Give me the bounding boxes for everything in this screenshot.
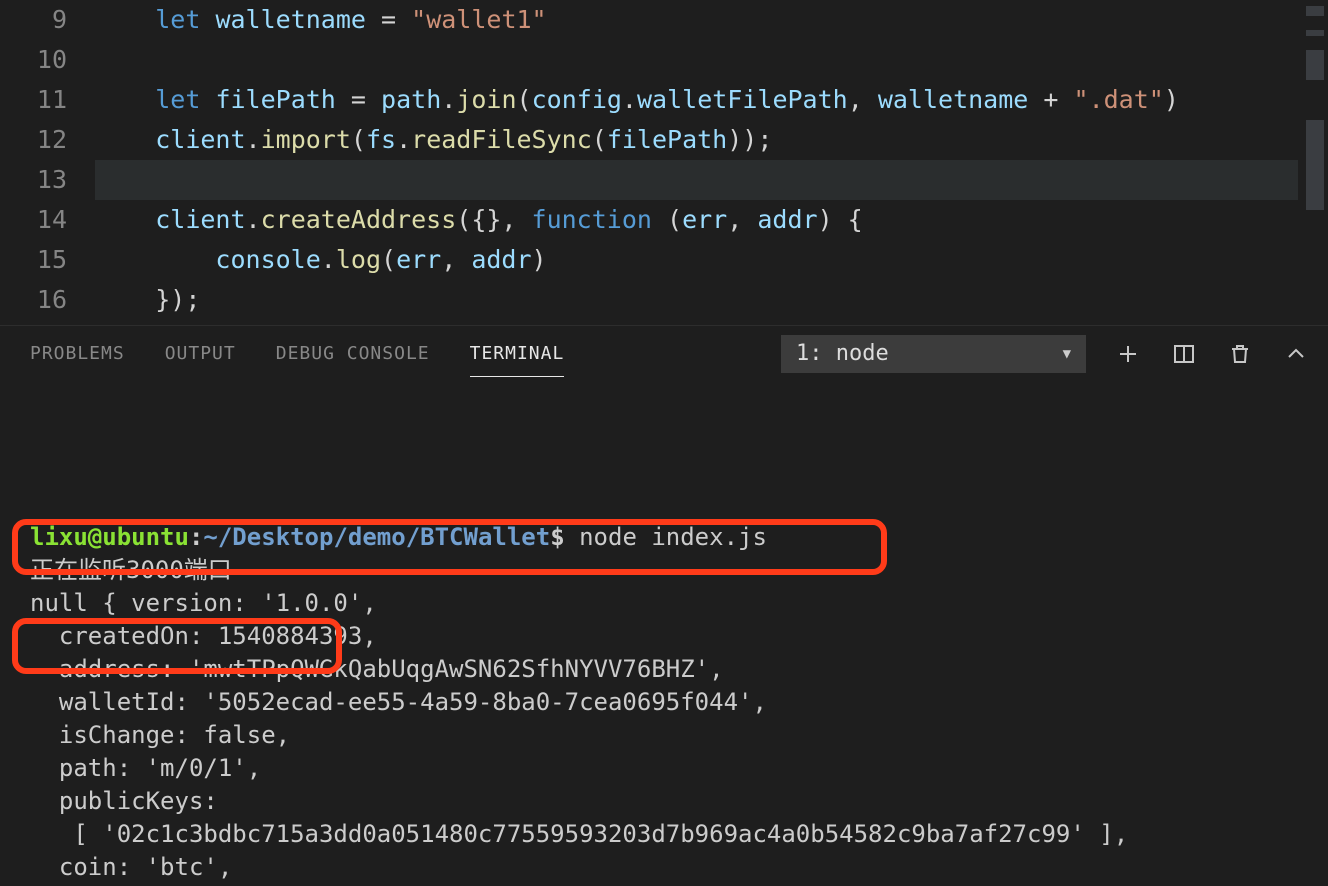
- terminal-selector-value: 1: node: [796, 341, 889, 366]
- terminal-line: address: 'mwtTPpQWGkQabUqgAwSN62SfhNYVV7…: [30, 653, 1298, 686]
- code-line[interactable]: let walletname = "wallet1": [95, 0, 1298, 40]
- terminal-prompt-line: lixu@ubuntu:~/Desktop/demo/BTCWallet$ no…: [30, 521, 1298, 554]
- code-line[interactable]: [95, 160, 1298, 200]
- line-number: 16: [0, 280, 67, 320]
- prompt-path: ~/Desktop/demo/BTCWallet: [203, 523, 550, 551]
- terminal-line: isChange: false,: [30, 719, 1298, 752]
- terminal-line: null { version: '1.0.0',: [30, 587, 1298, 620]
- prompt-colon: :: [189, 523, 203, 551]
- plus-icon: [1116, 342, 1140, 366]
- editor-area[interactable]: 910111213141516 let walletname = "wallet…: [0, 0, 1328, 325]
- terminal-line: path: 'm/0/1',: [30, 752, 1298, 785]
- code-content[interactable]: let walletname = "wallet1" let filePath …: [95, 0, 1298, 325]
- tab-debug-console[interactable]: DEBUG CONSOLE: [276, 331, 430, 377]
- panel-header: PROBLEMS OUTPUT DEBUG CONSOLE TERMINAL 1…: [0, 326, 1328, 381]
- code-line[interactable]: console.log(err, addr): [95, 240, 1298, 280]
- terminal-line: createdOn: 1540884393,: [30, 620, 1298, 653]
- code-line[interactable]: client.import(fs.readFileSync(filePath))…: [95, 120, 1298, 160]
- terminal-line: publicKeys:: [30, 785, 1298, 818]
- line-number-gutter: 910111213141516: [0, 0, 95, 325]
- prompt-user: lixu@ubuntu: [30, 523, 189, 551]
- trash-icon: [1228, 342, 1252, 366]
- chevron-up-icon: [1284, 342, 1308, 366]
- bottom-panel: PROBLEMS OUTPUT DEBUG CONSOLE TERMINAL 1…: [0, 325, 1328, 886]
- kill-terminal-button[interactable]: [1226, 340, 1254, 368]
- tab-output[interactable]: OUTPUT: [165, 331, 236, 377]
- prompt-dollar: $: [550, 523, 564, 551]
- terminal-selector-dropdown[interactable]: 1: node ▼: [781, 335, 1086, 373]
- terminal-line: 正在监听3000端口: [30, 554, 1298, 587]
- new-terminal-button[interactable]: [1114, 340, 1142, 368]
- panel-controls: 1: node ▼: [781, 335, 1310, 373]
- tab-terminal[interactable]: TERMINAL: [470, 331, 565, 377]
- maximize-panel-button[interactable]: [1282, 340, 1310, 368]
- line-number: 9: [0, 0, 67, 40]
- panel-tabs: PROBLEMS OUTPUT DEBUG CONSOLE TERMINAL: [30, 331, 564, 377]
- chevron-down-icon: ▼: [1063, 346, 1071, 362]
- line-number: 12: [0, 120, 67, 160]
- terminal-line: [ '02c1c3bdbc715a3dd0a051480c77559593203…: [30, 818, 1298, 851]
- code-line[interactable]: let filePath = path.join(config.walletFi…: [95, 80, 1298, 120]
- line-number: 11: [0, 80, 67, 120]
- terminal-line: coin: 'btc',: [30, 851, 1298, 884]
- line-number: 15: [0, 240, 67, 280]
- code-line[interactable]: [95, 40, 1298, 80]
- split-panel-icon: [1172, 342, 1196, 366]
- tab-problems[interactable]: PROBLEMS: [30, 331, 125, 377]
- line-number: 13: [0, 160, 67, 200]
- code-line[interactable]: });: [95, 280, 1298, 320]
- line-number: 10: [0, 40, 67, 80]
- minimap[interactable]: [1298, 0, 1328, 325]
- terminal-output[interactable]: lixu@ubuntu:~/Desktop/demo/BTCWallet$ no…: [0, 381, 1328, 886]
- split-terminal-button[interactable]: [1170, 340, 1198, 368]
- terminal-line: walletId: '5052ecad-ee55-4a59-8ba0-7cea0…: [30, 686, 1298, 719]
- code-line[interactable]: client.createAddress({}, function (err, …: [95, 200, 1298, 240]
- line-number: 14: [0, 200, 67, 240]
- prompt-command: node index.js: [565, 523, 767, 551]
